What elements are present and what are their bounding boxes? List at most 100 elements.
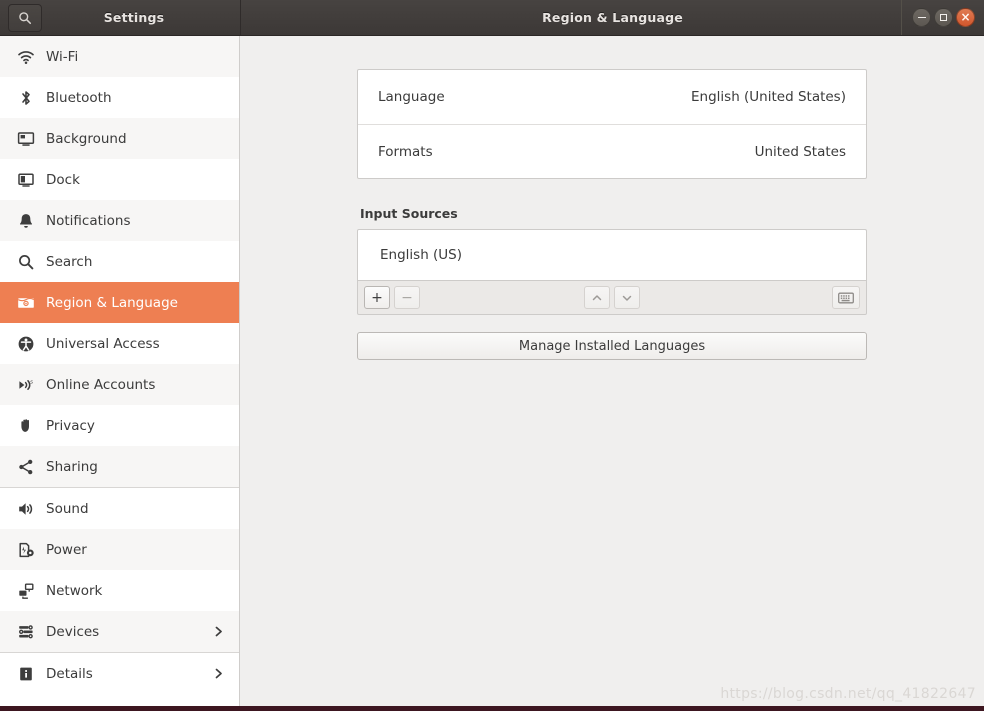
- sidebar-item-label: Privacy: [46, 417, 95, 434]
- row-formats[interactable]: Formats United States: [358, 124, 866, 178]
- share-icon: [19, 459, 33, 474]
- add-input-source-button[interactable]: +: [364, 286, 390, 309]
- region-language-icon: [17, 297, 35, 308]
- devices-icon: [18, 624, 33, 638]
- sidebar-item-power[interactable]: Power: [0, 529, 239, 570]
- chevron-right-icon: [215, 668, 222, 679]
- sidebar-item-devices[interactable]: Devices: [0, 611, 239, 652]
- window-controls: ×: [901, 0, 975, 35]
- language-label: Language: [378, 89, 445, 105]
- titlebar-main-section: Region & Language ×: [240, 0, 984, 35]
- sidebar-item-notifications[interactable]: Notifications: [0, 200, 239, 241]
- sidebar-nav: Wi-Fi Bluetooth Background Dock Notification…: [0, 36, 240, 711]
- background-icon-wrap: [15, 130, 37, 148]
- speaker-icon: [19, 502, 33, 515]
- accessibility-icon: [18, 336, 34, 351]
- sidebar-item-universal-access[interactable]: Universal Access: [0, 323, 239, 364]
- sidebar-item-label: Sharing: [46, 458, 98, 475]
- formats-label: Formats: [378, 143, 433, 160]
- online-accounts-icon-wrap: s: [15, 376, 37, 394]
- sidebar-item-label: Region & Language: [46, 294, 178, 311]
- minimize-icon: [917, 16, 926, 19]
- sidebar-item-label: Search: [46, 253, 93, 270]
- sidebar-item-network[interactable]: Network: [0, 570, 239, 611]
- svg-text:s: s: [30, 379, 33, 385]
- reorder-buttons: [358, 286, 866, 309]
- sidebar-item-sound[interactable]: Sound: [0, 488, 239, 529]
- settings-window: Settings Region & Language × Wi-Fi Blueto…: [0, 0, 984, 711]
- info-icon: [20, 667, 32, 680]
- input-source-label: English (US): [380, 247, 463, 263]
- maximize-button[interactable]: [934, 8, 953, 27]
- wifi-icon: [18, 50, 34, 64]
- sidebar-item-label: Online Accounts: [46, 376, 156, 393]
- online-accounts-icon: s: [19, 379, 33, 390]
- move-down-button[interactable]: [614, 286, 640, 309]
- sidebar-item-dock[interactable]: Dock: [0, 159, 239, 200]
- chevron-right-icon: [215, 626, 222, 637]
- devices-icon-wrap: [15, 623, 37, 641]
- region-language-icon-wrap: [15, 294, 37, 312]
- sidebar-item-label: Dock: [46, 171, 80, 188]
- accessibility-icon-wrap: [15, 335, 37, 353]
- sidebar-item-label: Background: [46, 130, 127, 147]
- bell-icon-wrap: [15, 212, 37, 230]
- power-icon: [19, 542, 34, 557]
- sidebar-item-privacy[interactable]: Privacy: [0, 405, 239, 446]
- sidebar-item-label: Devices: [46, 623, 100, 640]
- chevron-up-icon: [592, 294, 602, 300]
- sidebar-item-sharing[interactable]: Sharing: [0, 446, 239, 487]
- wifi-icon-wrap: [15, 48, 37, 66]
- language-settings-card: Language English (United States) Formats…: [357, 69, 867, 179]
- sidebar-item-label: Universal Access: [46, 335, 160, 352]
- dock-icon: [18, 172, 34, 187]
- input-source-list-item[interactable]: English (US): [357, 229, 867, 280]
- row-language[interactable]: Language English (United States): [358, 70, 866, 124]
- sidebar-item-details[interactable]: Details: [0, 653, 239, 694]
- maximize-icon: [940, 14, 947, 21]
- sidebar-item-label: Power: [46, 541, 87, 558]
- keyboard-layout-button[interactable]: [832, 286, 860, 309]
- keyboard-shortcuts-group: [832, 286, 860, 309]
- sidebar-item-wi-fi[interactable]: Wi-Fi: [0, 36, 239, 77]
- manage-installed-languages-button[interactable]: Manage Installed Languages: [357, 332, 867, 360]
- watermark-text: https://blog.csdn.net/qq_41822647: [720, 686, 976, 702]
- minus-icon: −: [401, 289, 413, 306]
- move-up-button[interactable]: [584, 286, 610, 309]
- sidebar-item-background[interactable]: Background: [0, 118, 239, 159]
- info-icon-wrap: [15, 665, 37, 683]
- titlebar-sidebar-section: Settings: [0, 0, 240, 35]
- sidebar-item-label: Sound: [46, 500, 89, 517]
- minimize-button[interactable]: [912, 8, 931, 27]
- close-icon: ×: [960, 10, 971, 24]
- hand-icon: [21, 418, 29, 432]
- remove-input-source-button[interactable]: −: [394, 286, 420, 309]
- sidebar-item-label: Network: [46, 582, 103, 599]
- network-icon: [19, 583, 34, 599]
- sidebar-item-label: Wi-Fi: [46, 48, 79, 65]
- sidebar-item-chevron: [212, 625, 225, 638]
- sidebar-item-bluetooth[interactable]: Bluetooth: [0, 77, 239, 118]
- sidebar-item-region-language[interactable]: Region & Language: [0, 282, 239, 323]
- window-body: Wi-Fi Bluetooth Background Dock Notification…: [0, 36, 984, 711]
- sidebar-item-label: Details: [46, 665, 93, 682]
- keyboard-icon: [838, 292, 854, 303]
- plus-icon: +: [371, 289, 383, 306]
- hand-icon-wrap: [15, 417, 37, 435]
- bluetooth-icon: [22, 90, 30, 105]
- sidebar-item-search[interactable]: Search: [0, 241, 239, 282]
- bell-icon: [19, 213, 33, 228]
- sidebar-item-label: Notifications: [46, 212, 131, 229]
- network-icon-wrap: [15, 582, 37, 600]
- input-sources-heading: Input Sources: [360, 206, 458, 221]
- search-icon-wrap: [15, 253, 37, 271]
- sidebar-item-online-accounts[interactable]: s Online Accounts: [0, 364, 239, 405]
- dock-icon-wrap: [15, 171, 37, 189]
- main-content: Language English (United States) Formats…: [240, 36, 984, 711]
- sidebar-title: Settings: [103, 10, 165, 25]
- search-button[interactable]: [8, 3, 42, 32]
- close-button[interactable]: ×: [956, 8, 975, 27]
- chevron-down-icon: [622, 295, 632, 301]
- language-value: English (United States): [691, 89, 846, 105]
- search-icon: [19, 11, 32, 24]
